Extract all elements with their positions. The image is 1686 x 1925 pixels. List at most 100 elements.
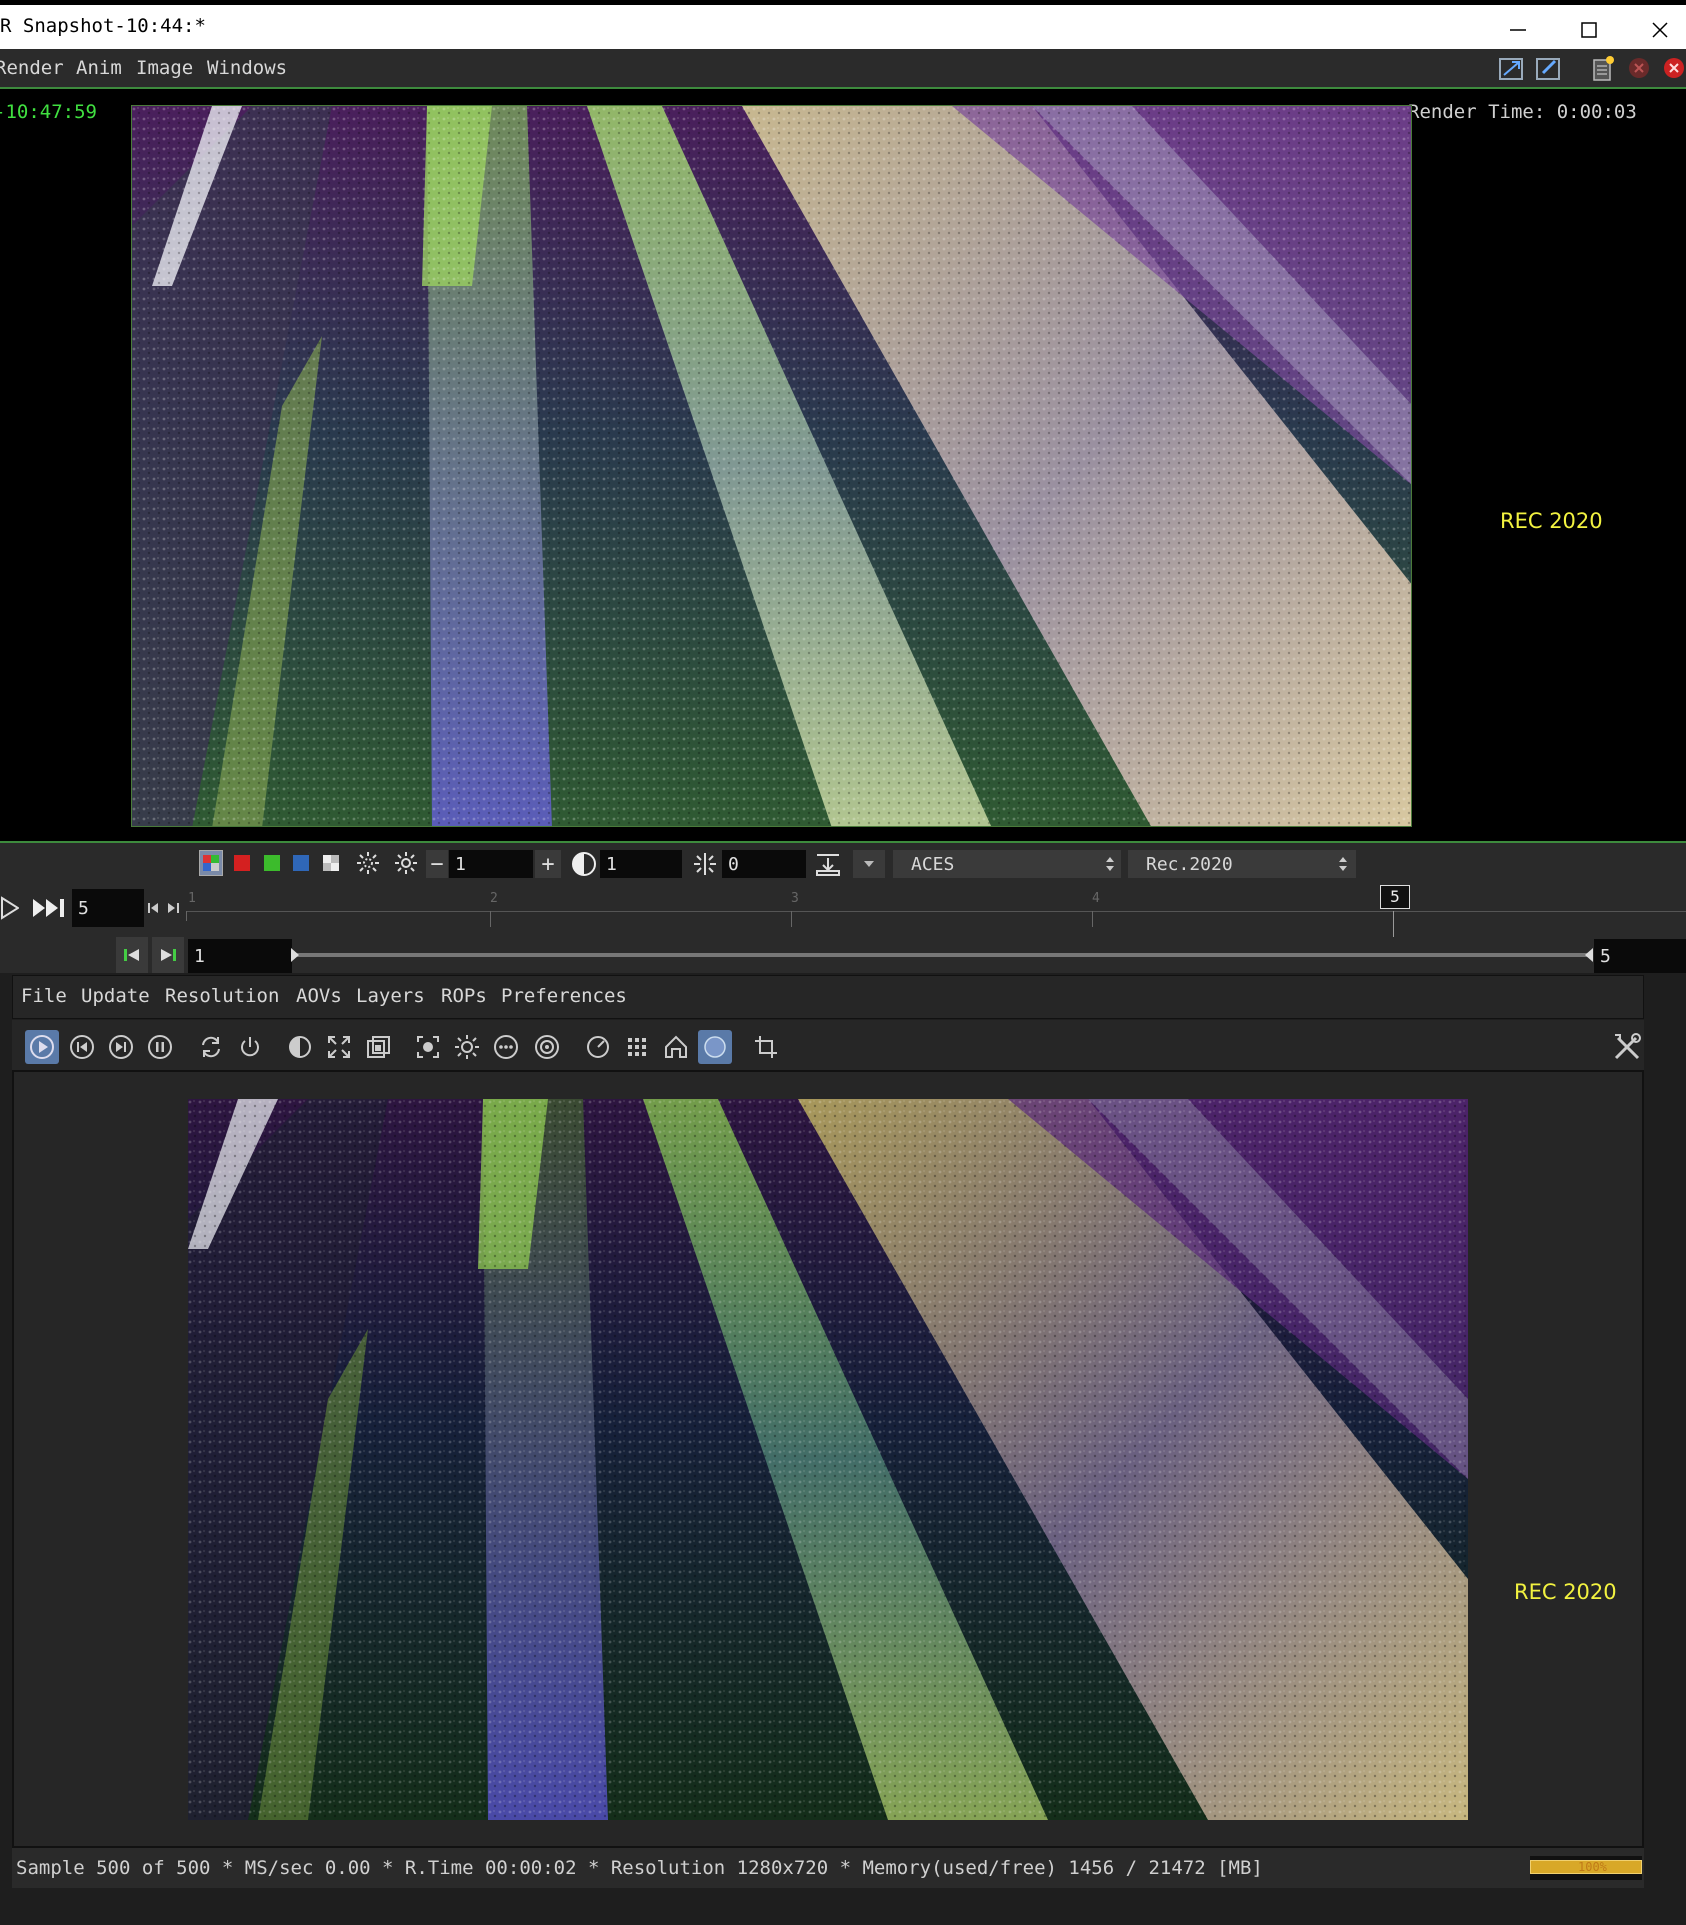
maximize-button[interactable] — [1561, 11, 1617, 49]
blue-channel-button[interactable] — [290, 852, 312, 874]
current-frame-field[interactable]: 5 — [72, 889, 144, 927]
menu-anim[interactable]: Anim — [76, 57, 122, 79]
window-title: R Snapshot-10:44:* — [0, 15, 206, 37]
range-start-field[interactable]: 1 — [188, 939, 292, 973]
progress-bar: 100% — [1530, 1856, 1642, 1880]
menu-image[interactable]: Image — [136, 57, 193, 79]
timeline-tick-4 — [1092, 911, 1093, 927]
input-colorspace-spin-icon — [1104, 855, 1116, 877]
green-channel-button[interactable] — [261, 852, 283, 874]
handle-left-icon — [1585, 948, 1593, 962]
display-colorspace-select[interactable]: Rec.2020 — [1128, 850, 1356, 878]
edit-window-button[interactable] — [1533, 53, 1563, 83]
expand-arrows-icon — [328, 1036, 350, 1058]
input-colorspace-select[interactable]: ACES — [893, 850, 1121, 878]
lut-dropdown-button[interactable] — [853, 850, 885, 878]
exposure-reset-button[interactable] — [354, 849, 382, 877]
edit-window-icon — [1536, 58, 1560, 80]
stop-render-button[interactable] — [1624, 53, 1654, 83]
panel-rendered-image — [188, 1099, 1468, 1820]
skip-to-end-button[interactable] — [30, 893, 70, 923]
status-text: Sample 500 of 500 * MS/sec 0.00 * R.Time… — [16, 1857, 1263, 1879]
focus-button[interactable] — [411, 1030, 445, 1064]
grid-icon — [628, 1038, 646, 1056]
range-end-handle[interactable] — [1584, 947, 1594, 967]
panel-menu-update[interactable]: Update — [81, 985, 150, 1007]
refresh-button[interactable] — [194, 1030, 228, 1064]
playhead-line[interactable] — [1393, 911, 1394, 937]
timeline-track[interactable] — [186, 911, 1686, 912]
contrast-toggle-button[interactable] — [283, 1030, 317, 1064]
panel-render-viewport[interactable]: REC 2020 — [12, 1070, 1644, 1848]
home-button[interactable] — [659, 1030, 693, 1064]
gamma-field[interactable]: 1 — [600, 850, 682, 878]
tools-button[interactable] — [1610, 1030, 1644, 1064]
panel-menu-rops[interactable]: ROPs — [441, 985, 487, 1007]
minimize-icon — [1510, 29, 1526, 31]
panel-menu-preferences[interactable]: Preferences — [501, 985, 627, 1007]
green-channel-icon — [264, 855, 280, 871]
region-button[interactable] — [361, 1030, 395, 1064]
grid-button[interactable] — [620, 1030, 654, 1064]
render-timestamp: -10:47:59 — [0, 101, 97, 123]
color-toolbar: − 1 + 1 0 ACES Rec.2020 — [0, 841, 1686, 885]
menu-windows[interactable]: Windows — [207, 57, 287, 79]
offset-field[interactable]: 0 — [722, 850, 806, 878]
timeline-tick-3 — [791, 911, 792, 927]
previous-button[interactable] — [65, 1030, 99, 1064]
globe-view-button[interactable] — [698, 1030, 732, 1064]
red-channel-icon — [234, 855, 250, 871]
power-button[interactable] — [233, 1030, 267, 1064]
crop-button[interactable] — [749, 1030, 783, 1064]
target-button[interactable] — [530, 1030, 564, 1064]
exposure-decrement-button[interactable]: − — [426, 850, 448, 878]
ellipsis-circle-icon — [494, 1035, 518, 1059]
contrast-icon — [572, 852, 596, 876]
contrast-icon — [289, 1036, 311, 1058]
playhead-marker[interactable]: 5 — [1380, 885, 1410, 909]
range-start-handle[interactable] — [290, 947, 300, 967]
lut-apply-button[interactable] — [812, 849, 844, 879]
menu-render[interactable]: Render — [0, 57, 64, 79]
panel-menu-aovs[interactable]: AOVs — [296, 985, 342, 1007]
more-options-button[interactable] — [489, 1030, 523, 1064]
timeline-label-2: 2 — [490, 891, 498, 906]
panel-menu-resolution[interactable]: Resolution — [165, 985, 279, 1007]
status-bar: Sample 500 of 500 * MS/sec 0.00 * R.Time… — [12, 1848, 1644, 1888]
rgb-channel-button[interactable] — [199, 850, 223, 876]
speed-button[interactable] — [581, 1030, 615, 1064]
top-render-viewer[interactable]: -10:47:59 Render Time: 0:00:03 REC 2020 — [0, 89, 1686, 841]
exposure-increment-button[interactable]: + — [535, 850, 561, 878]
new-snapshot-button[interactable] — [1587, 53, 1617, 83]
light-button[interactable] — [450, 1030, 484, 1064]
alpha-channel-button[interactable] — [320, 852, 342, 874]
pause-button[interactable] — [143, 1030, 177, 1064]
gamma-button[interactable] — [569, 849, 599, 879]
main-menubar: Render Anim Image Windows — [0, 49, 1686, 89]
range-end-field[interactable]: 5 — [1594, 939, 1686, 973]
timeline-label-3: 3 — [791, 891, 799, 906]
region-select-icon — [367, 1036, 390, 1058]
panel-menu-file[interactable]: File — [21, 985, 67, 1007]
start-render-button[interactable] — [25, 1030, 59, 1064]
exposure-button[interactable] — [392, 849, 420, 877]
fit-view-button[interactable] — [322, 1030, 356, 1064]
abort-icon — [1664, 58, 1684, 78]
abort-render-button[interactable] — [1657, 53, 1686, 83]
range-end-button[interactable] — [152, 937, 184, 973]
red-channel-button[interactable] — [231, 852, 253, 874]
render-time-readout: Render Time: 0:00:03 — [1408, 101, 1637, 123]
minimize-button[interactable] — [1490, 11, 1546, 49]
offset-button[interactable] — [690, 849, 720, 879]
close-button[interactable] — [1632, 11, 1686, 49]
pause-circle-icon — [148, 1035, 172, 1059]
step-frame-buttons[interactable] — [146, 897, 182, 919]
range-start-button[interactable] — [116, 937, 148, 973]
play-button[interactable] — [0, 893, 20, 923]
panel-menu-layers[interactable]: Layers — [356, 985, 425, 1007]
range-slider-track[interactable] — [292, 953, 1592, 957]
next-button[interactable] — [104, 1030, 138, 1064]
close-icon — [1652, 22, 1668, 38]
exposure-field[interactable]: 1 — [449, 850, 533, 878]
fit-window-button[interactable] — [1496, 53, 1526, 83]
